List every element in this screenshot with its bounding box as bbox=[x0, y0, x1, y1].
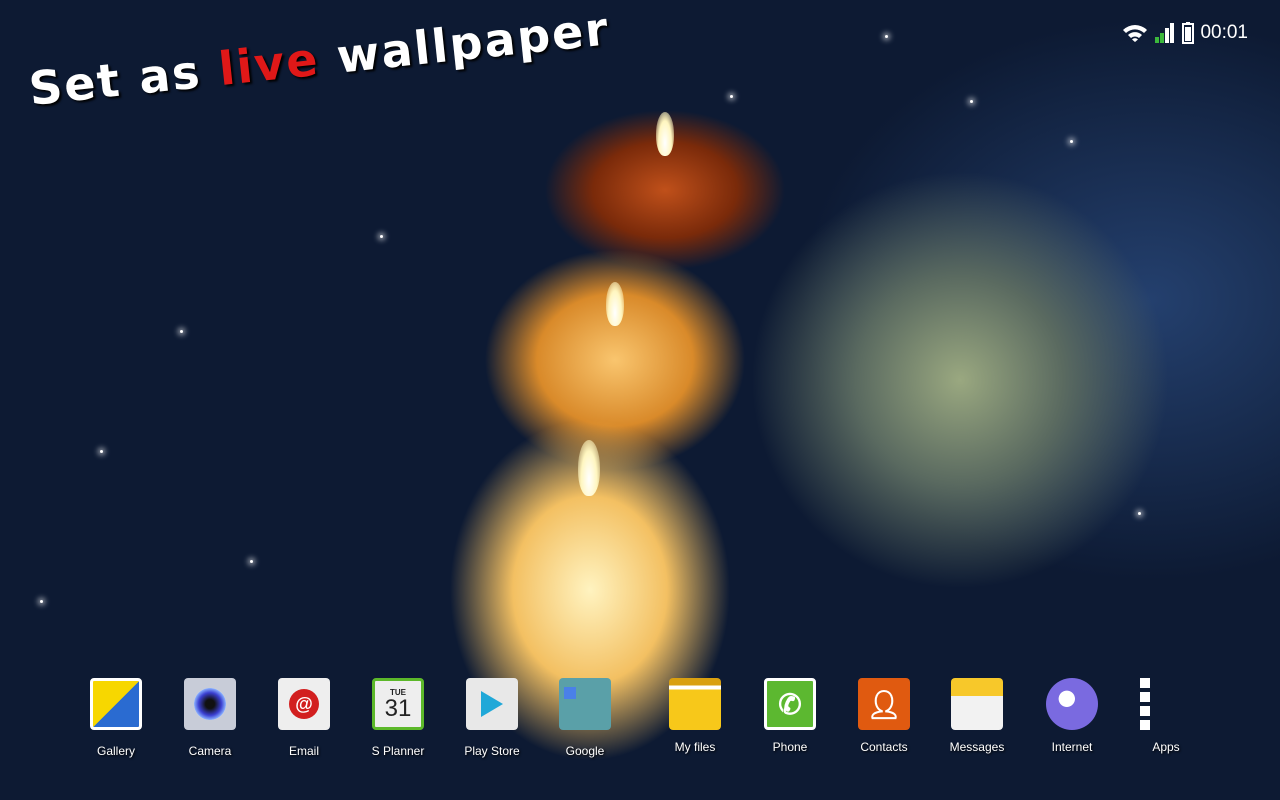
camera-icon bbox=[184, 678, 236, 730]
status-bar: 00:01 bbox=[1122, 22, 1248, 44]
wifi-icon bbox=[1123, 25, 1148, 42]
app-contacts[interactable]: 👤︎ Contacts bbox=[839, 678, 929, 754]
messages-icon bbox=[951, 678, 1003, 730]
app-label: Camera bbox=[188, 744, 232, 758]
app-messages[interactable]: Messages bbox=[932, 678, 1022, 754]
app-google-folder[interactable]: Google bbox=[540, 678, 630, 758]
gallery-icon bbox=[90, 678, 142, 730]
calendar-icon: TUE 31 bbox=[372, 678, 424, 730]
dock: Gallery Camera @ Email TUE 31 S Planner Pla… bbox=[0, 678, 1280, 758]
app-label: Contacts bbox=[860, 740, 908, 754]
app-label: Apps bbox=[1152, 740, 1180, 754]
play-store-icon bbox=[466, 678, 518, 730]
folder-icon bbox=[669, 678, 721, 730]
candle-flame bbox=[578, 440, 600, 496]
contacts-icon: 👤︎ bbox=[858, 678, 910, 730]
app-label: Email bbox=[288, 744, 319, 758]
app-label: Internet bbox=[1051, 740, 1093, 754]
app-email[interactable]: @ Email bbox=[259, 678, 349, 758]
google-folder-icon bbox=[559, 678, 611, 730]
app-label: My files bbox=[674, 740, 716, 754]
clock: 00:01 bbox=[1200, 22, 1248, 43]
battery-icon bbox=[1182, 22, 1195, 44]
globe-icon bbox=[1046, 678, 1098, 730]
app-label: S Planner bbox=[371, 744, 425, 758]
email-icon: @ bbox=[278, 678, 330, 730]
signal-icon bbox=[1155, 23, 1175, 43]
apps-grid-icon bbox=[1140, 678, 1192, 730]
app-internet[interactable]: Internet bbox=[1027, 678, 1117, 754]
app-apps[interactable]: Apps bbox=[1121, 678, 1211, 754]
app-s-planner[interactable]: TUE 31 S Planner bbox=[353, 678, 443, 758]
calendar-date: 31 bbox=[384, 694, 412, 722]
candle-flame bbox=[606, 282, 624, 326]
promo-highlight: live bbox=[216, 31, 322, 97]
app-phone[interactable]: ✆ Phone bbox=[745, 678, 835, 754]
app-label: Gallery bbox=[96, 744, 135, 758]
candle-flame bbox=[656, 112, 674, 156]
app-camera[interactable]: Camera bbox=[165, 678, 255, 758]
phone-icon: ✆ bbox=[764, 678, 816, 730]
app-label: Play Store bbox=[464, 744, 520, 758]
app-gallery[interactable]: Gallery bbox=[71, 678, 161, 758]
app-label: Google bbox=[565, 744, 605, 758]
app-label: Messages bbox=[949, 740, 1005, 754]
app-my-files[interactable]: My files bbox=[650, 678, 740, 754]
app-label: Phone bbox=[772, 740, 808, 754]
app-play-store[interactable]: Play Store bbox=[447, 678, 537, 758]
